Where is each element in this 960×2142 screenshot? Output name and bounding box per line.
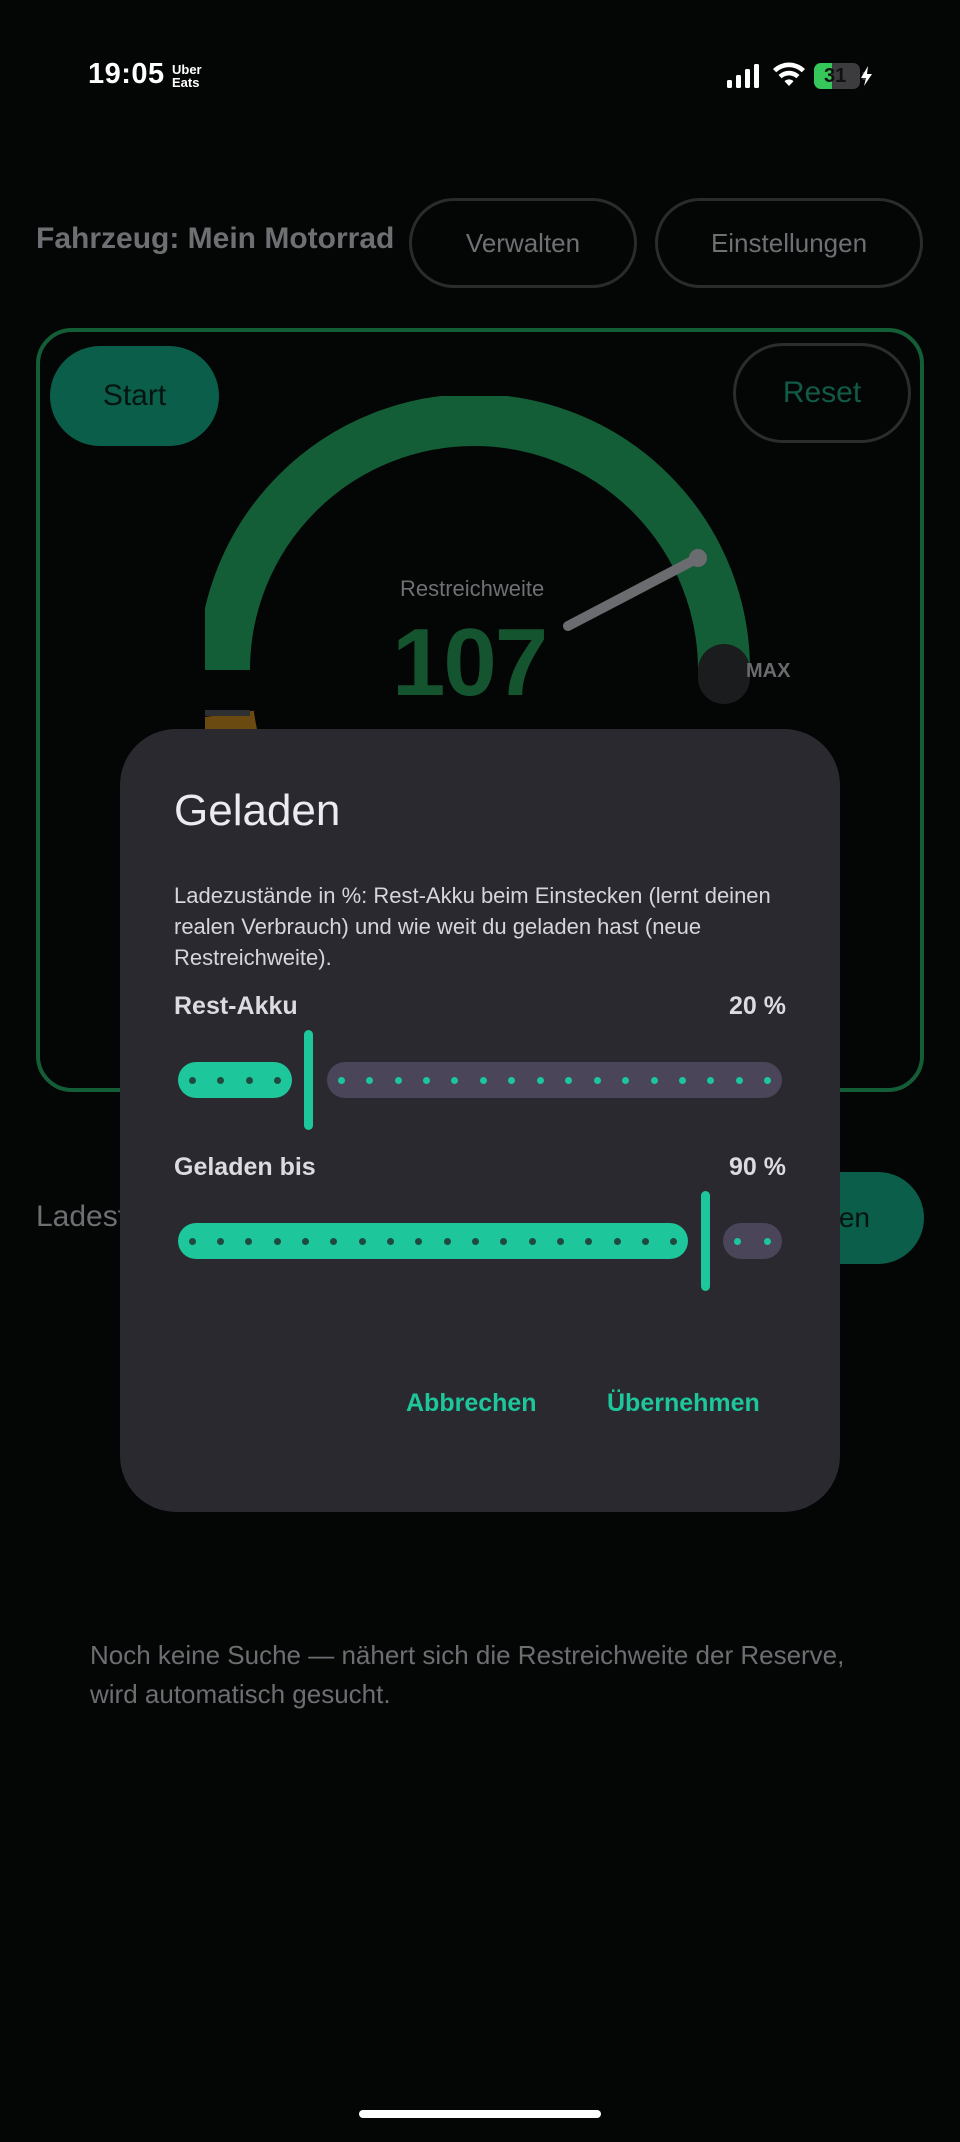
vehicle-label: Fahrzeug: Mein Motorrad <box>36 222 395 255</box>
rest-inactive-ticks <box>327 1062 782 1098</box>
reset-button[interactable]: Reset <box>733 343 911 443</box>
rest-battery-thumb[interactable] <box>304 1030 313 1130</box>
battery-level: 31 <box>824 65 847 87</box>
charged-to-thumb[interactable] <box>701 1191 710 1291</box>
battery-indicator: 31 <box>814 63 874 89</box>
range-label: Restreichweite <box>400 576 545 601</box>
gauge-needle-tip <box>689 549 707 567</box>
charged-to-slider[interactable] <box>178 1191 782 1291</box>
charged-inactive-ticks <box>723 1223 782 1259</box>
charged-to-track-active <box>178 1191 710 1291</box>
rest-battery-track-inactive <box>327 1062 782 1098</box>
rest-active-ticks <box>178 1062 292 1098</box>
charged-to-track-inactive <box>723 1223 782 1259</box>
dialog-title: Geladen <box>174 786 341 835</box>
search-status-text: Noch keine Suche — nähert sich die Restr… <box>90 1640 845 1709</box>
rest-battery-slider[interactable] <box>178 1030 782 1130</box>
rest-battery-label: Rest-Akku <box>174 992 298 1020</box>
dialog-description: Ladezustände in %: Rest-Akku beim Einste… <box>174 883 771 970</box>
cancel-button[interactable]: Abbrechen <box>406 1389 537 1418</box>
badge-line-2: Eats <box>172 75 200 90</box>
wifi-icon <box>773 62 805 86</box>
charge-section-label: Ladest <box>36 1200 127 1233</box>
charged-to-label: Geladen bis <box>174 1153 316 1181</box>
range-value: 107 <box>392 609 548 716</box>
apply-button[interactable]: Übernehmen <box>607 1389 760 1418</box>
cellular-signal-icon <box>727 64 759 88</box>
start-button[interactable]: Start <box>50 346 219 446</box>
charge-action-label: en <box>838 1202 870 1233</box>
rest-battery-value: 20 % <box>729 992 786 1020</box>
settings-button[interactable]: Einstellungen <box>655 198 923 288</box>
home-indicator[interactable] <box>359 2110 601 2118</box>
status-time: 19:05 <box>88 58 165 90</box>
manage-button[interactable]: Verwalten <box>409 198 637 288</box>
charged-to-value: 90 % <box>729 1153 786 1181</box>
rest-battery-track-active <box>178 1062 292 1098</box>
charged-active-ticks <box>178 1223 688 1259</box>
max-label: MAX <box>746 660 791 682</box>
gauge-needle <box>563 553 703 631</box>
uber-eats-badge: Uber Eats <box>172 63 202 89</box>
